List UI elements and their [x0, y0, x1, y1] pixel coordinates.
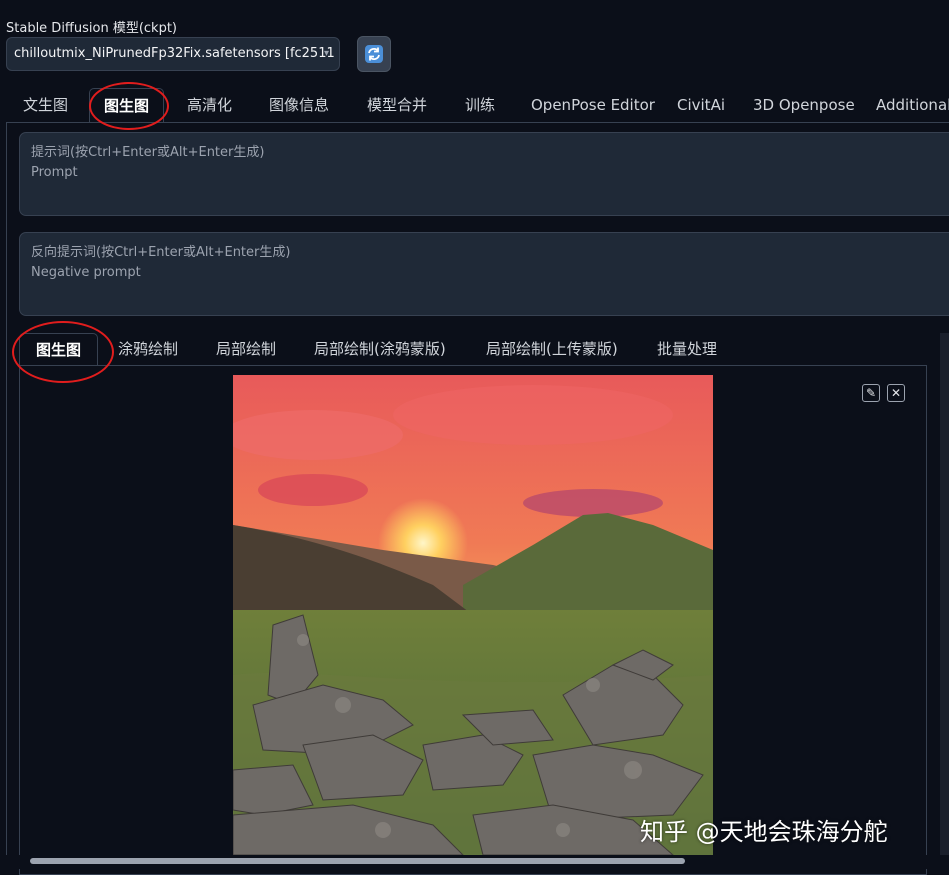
tab-civitai[interactable]: CivitAi: [677, 88, 725, 123]
tab-train[interactable]: 训练: [465, 88, 495, 123]
subtab-sketch[interactable]: 涂鸦绘制: [118, 333, 178, 366]
model-select[interactable]: chilloutmix_NiPrunedFp32Fix.safetensors …: [6, 37, 340, 71]
horizontal-scrollbar[interactable]: [30, 858, 685, 864]
uploaded-image: [233, 375, 713, 855]
refresh-icon: [365, 45, 383, 63]
subtab-inpaint-sketch[interactable]: 局部绘制(涂鸦蒙版): [314, 333, 446, 366]
tab-3d-openpose[interactable]: 3D Openpose: [753, 88, 855, 123]
refresh-button[interactable]: [357, 36, 391, 72]
negative-prompt-placeholder: 反向提示词(按Ctrl+Enter或Alt+Enter生成): [31, 245, 291, 260]
highlight-circle-sub-tab: [12, 321, 114, 383]
negative-prompt-input[interactable]: 反向提示词(按Ctrl+Enter或Alt+Enter生成) Negative …: [19, 232, 949, 316]
model-label: Stable Diffusion 模型(ckpt): [6, 21, 178, 36]
subtab-batch[interactable]: 批量处理: [657, 333, 717, 366]
prompt-sublabel: Prompt: [31, 165, 78, 180]
tab-txt2img[interactable]: 文生图: [23, 88, 68, 123]
tab-upscale[interactable]: 高清化: [187, 88, 232, 123]
chevron-down-icon: ▾: [323, 48, 329, 59]
negative-prompt-sublabel: Negative prompt: [31, 265, 141, 280]
pencil-icon[interactable]: ✎: [862, 384, 880, 402]
subtab-inpaint-upload[interactable]: 局部绘制(上传蒙版): [486, 333, 618, 366]
tab-model-merge[interactable]: 模型合并: [367, 88, 427, 123]
prompt-input[interactable]: 提示词(按Ctrl+Enter或Alt+Enter生成) Prompt: [19, 132, 949, 216]
tab-additional[interactable]: Additional: [876, 88, 949, 123]
tab-openpose-editor[interactable]: OpenPose Editor: [531, 88, 655, 123]
model-select-value: chilloutmix_NiPrunedFp32Fix.safetensors …: [14, 46, 335, 61]
watermark: 知乎 @天地会珠海分舵: [640, 818, 888, 846]
close-icon[interactable]: ✕: [887, 384, 905, 402]
panel-border: [6, 122, 7, 869]
img2img-subtabs: 图生图 涂鸦绘制 局部绘制 局部绘制(涂鸦蒙版) 局部绘制(上传蒙版) 批量处理: [14, 333, 949, 366]
side-scroll-track: [940, 333, 949, 869]
tab-image-info[interactable]: 图像信息: [269, 88, 329, 123]
prompt-placeholder: 提示词(按Ctrl+Enter或Alt+Enter生成): [31, 145, 265, 160]
subtab-inpaint[interactable]: 局部绘制: [216, 333, 276, 366]
highlight-circle-top-tab: [89, 82, 169, 130]
